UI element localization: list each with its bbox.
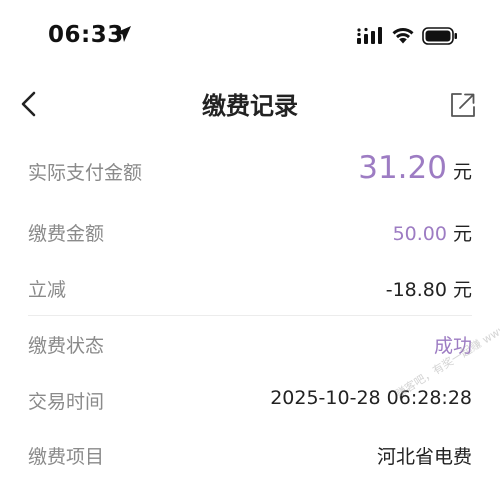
payment-amount-row: 缴费金额 50.00 元 (28, 219, 472, 249)
navigation-bar: 缴费记录 (0, 78, 500, 132)
actual-paid-unit: 元 (452, 161, 472, 183)
cellular-signal-icon (357, 27, 382, 44)
page-title: 缴费记录 (202, 92, 298, 120)
location-arrow-icon (115, 26, 131, 42)
discount-value: -18.80 (385, 279, 447, 301)
battery-icon (422, 27, 457, 45)
actual-paid-value: 31.20 (358, 150, 447, 186)
actual-paid-label: 实际支付金额 (28, 162, 143, 184)
payment-record-screen: 06:33 缴费记录 实际支付金额 31.20 元 缴费金额 50.00 元 立… (0, 0, 500, 482)
discount-label: 立减 (28, 279, 67, 301)
payment-item-label: 缴费项目 (28, 446, 105, 468)
payment-amount-value: 50.00 (392, 223, 447, 245)
payment-status-label: 缴费状态 (28, 335, 105, 357)
trade-time-label: 交易时间 (28, 391, 105, 413)
discount-amount: -18.80 元 (386, 275, 472, 302)
share-export-icon[interactable] (449, 91, 477, 119)
payment-amount-label: 缴费金额 (28, 223, 105, 245)
status-bar: 06:33 (0, 0, 500, 70)
payment-amount: 50.00 元 (393, 219, 472, 246)
payment-item-row: 缴费项目 河北省电费 (28, 442, 472, 472)
section-divider (28, 315, 472, 316)
wifi-icon (392, 28, 414, 44)
status-time: 06:33 (48, 22, 124, 48)
actual-paid-row: 实际支付金额 31.20 元 (28, 150, 472, 190)
discount-unit: 元 (452, 279, 472, 301)
actual-paid-amount: 31.20 元 (358, 150, 472, 186)
payment-status-row: 缴费状态 成功 (28, 331, 472, 361)
trade-time-value: 2025-10-28 06:28:28 (270, 387, 472, 409)
payment-item-value: 河北省电费 (376, 446, 472, 468)
discount-row: 立减 -18.80 元 (28, 275, 472, 305)
payment-amount-unit: 元 (452, 223, 472, 245)
